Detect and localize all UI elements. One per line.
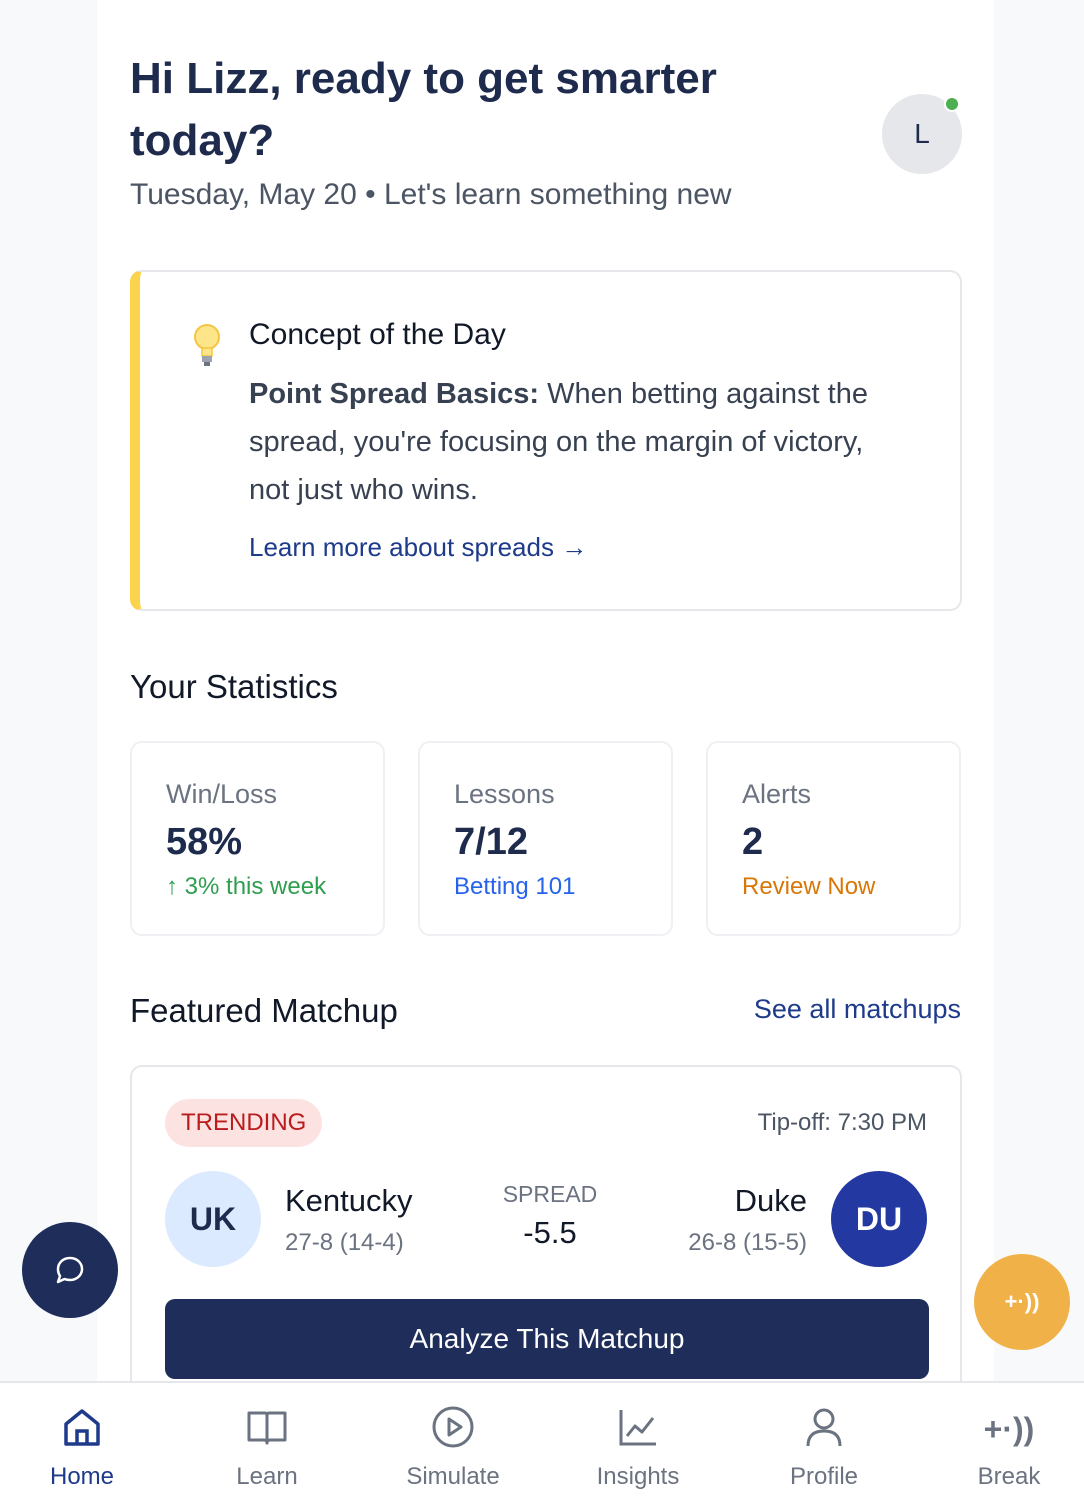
stat-card-alerts[interactable]: Alerts 2 Review Now (706, 741, 961, 936)
avatar[interactable]: L (882, 94, 962, 174)
greeting-title: Hi Lizz, ready to get smarter today? (130, 54, 717, 165)
main-content: Hi Lizz, ready to get smarter today? Tue… (97, 0, 994, 1382)
chat-bubble-icon (56, 1256, 84, 1284)
home-team-record: 27-8 (14-4) (285, 1229, 404, 1256)
away-team-name: Duke (734, 1183, 807, 1218)
stat-value: 7/12 (454, 821, 528, 863)
stat-sub: Betting 101 (454, 873, 576, 900)
chat-button[interactable] (22, 1222, 118, 1318)
trending-badge: TRENDING (165, 1099, 323, 1147)
chart-icon (619, 1410, 656, 1446)
home-icon (64, 1409, 100, 1446)
spread-value: -5.5 (523, 1215, 577, 1250)
lightbulb-icon (194, 324, 220, 366)
learn-more-link[interactable]: Learn more about spreads → (249, 532, 587, 563)
tab-label: Break (977, 1463, 1041, 1490)
tab-home[interactable]: Home (7, 1383, 157, 1502)
tab-label: Insights (596, 1463, 680, 1490)
user-icon (806, 1408, 842, 1447)
away-team-logo: DU (831, 1171, 927, 1267)
away-team-record: 26-8 (15-5) (688, 1229, 807, 1256)
bottom-tab-bar: Home Learn Simulate Insights Profile +·)… (0, 1381, 1084, 1502)
featured-matchup-card: TRENDING Tip-off: 7:30 PM UK Kentucky 27… (130, 1065, 962, 1382)
stat-sub: ↑ 3% this week (166, 873, 327, 900)
stat-card-lessons[interactable]: Lessons 7/12 Betting 101 (418, 741, 673, 936)
book-icon (247, 1411, 287, 1445)
tab-label: Learn (236, 1463, 298, 1490)
stat-value: 58% (166, 821, 243, 863)
tab-profile[interactable]: Profile (749, 1383, 899, 1502)
featured-matchup-title: Featured Matchup (130, 992, 398, 1029)
stat-label: Alerts (742, 779, 812, 809)
concept-lead: Point Spread Basics: (249, 378, 540, 410)
stat-label: Win/Loss (166, 779, 278, 809)
date-subtitle: Tuesday, May 20 • Let's learn something … (130, 178, 732, 211)
home-team-name: Kentucky (285, 1183, 413, 1218)
analyze-matchup-button[interactable]: Analyze This Matchup (165, 1299, 929, 1379)
break-fab-button[interactable]: +·)) (974, 1254, 1070, 1350)
spread-label: SPREAD (502, 1181, 598, 1207)
stat-label: Lessons (454, 779, 555, 809)
review-now-link[interactable]: Review Now (742, 873, 875, 901)
play-icon (432, 1406, 474, 1448)
concept-body: Point Spread Basics: When betting agains… (249, 370, 909, 514)
stat-card-win-loss[interactable]: Win/Loss 58% ↑ 3% this week (130, 741, 385, 936)
tab-learn[interactable]: Learn (192, 1383, 342, 1502)
avatar-initial: L (914, 118, 930, 149)
statistics-title: Your Statistics (130, 668, 338, 705)
tab-label: Profile (789, 1463, 859, 1490)
tab-break[interactable]: +·)) Break (934, 1383, 1084, 1502)
home-team-logo: UK (165, 1171, 261, 1267)
tab-insights[interactable]: Insights (563, 1383, 713, 1502)
concept-title: Concept of the Day (249, 318, 506, 351)
tab-simulate[interactable]: Simulate (378, 1383, 528, 1502)
tab-label: Home (49, 1463, 115, 1490)
tipoff-time: Tip-off: 7:30 PM (757, 1109, 927, 1136)
online-status-dot (944, 96, 960, 112)
concept-of-the-day-card: Concept of the Day Point Spread Basics: … (130, 270, 962, 611)
tab-label: Simulate (406, 1463, 500, 1490)
see-all-matchups-link[interactable]: See all matchups (754, 994, 961, 1025)
break-icon: +·)) (983, 1411, 1035, 1447)
stat-value: 2 (742, 821, 764, 863)
